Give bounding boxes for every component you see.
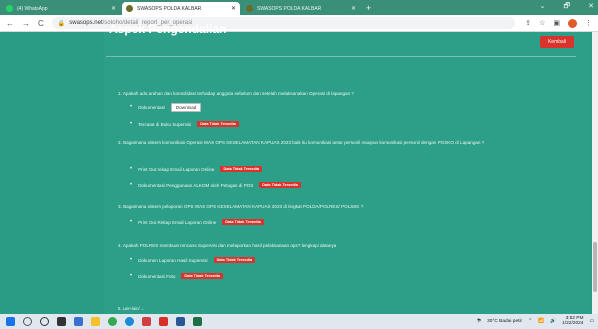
list-item: • Dokumen Laporan Hasil Supervisi Data T… xyxy=(130,256,256,264)
list-item: • Dokumentasi Foto Data Tidak Tersedia xyxy=(130,272,223,280)
profile-avatar[interactable] xyxy=(568,18,577,28)
sidebar-icon[interactable]: ▣ xyxy=(553,19,560,27)
page-title: Aspek Pengendalian xyxy=(109,22,227,36)
status-badge: Data Tidak Tersedia xyxy=(259,182,301,188)
police-icon xyxy=(126,5,133,12)
item-label: Dokumentasi Foto xyxy=(138,273,176,279)
status-badge: Data Tidak Tersedia xyxy=(222,219,264,225)
new-tab-button[interactable]: + xyxy=(366,2,371,15)
tab-label: SWASOPS POLDA KALBAR xyxy=(137,5,202,12)
toolbar-icons: ⇪ ☆ ▣ ⋮ xyxy=(525,18,592,28)
divider xyxy=(106,56,576,57)
clock[interactable]: 3:52 PM 1/22/2024 xyxy=(562,316,583,326)
weather-text[interactable]: 30°C Badai petir xyxy=(487,319,522,324)
back-button[interactable]: ← xyxy=(6,19,14,28)
lock-icon[interactable]: 🔒 xyxy=(58,20,65,27)
close-tab-icon[interactable]: ✕ xyxy=(351,5,356,12)
bullet-icon: • xyxy=(130,121,133,127)
pdf-icon[interactable] xyxy=(159,317,168,326)
widgets-icon[interactable] xyxy=(74,317,83,326)
bullet-icon: • xyxy=(130,182,133,188)
circle-icon[interactable] xyxy=(40,317,49,326)
bullet-icon: • xyxy=(130,104,133,110)
wifi-icon[interactable]: 📶 xyxy=(538,319,544,324)
chrome-icon[interactable] xyxy=(108,317,117,326)
question-3: 3. Bagaimana sistem pelaporan OPS WAS OP… xyxy=(118,204,364,209)
tab-strip: (4) WhatsApp ✕ SWASOPS POLDA KALBAR ✕ SW… xyxy=(0,0,598,15)
bullet-icon: • xyxy=(130,273,133,279)
item-label: Dokumen Laporan Hasil Supervisi xyxy=(138,257,208,263)
restore-button[interactable]: 🗗 xyxy=(564,2,571,13)
list-item: • Dokumentasi Download xyxy=(130,102,202,112)
item-label: Print Out Rekap Email Laporan Online xyxy=(138,219,217,225)
status-badge: Data Tidak Tersedia xyxy=(220,166,262,172)
reload-button[interactable]: C xyxy=(38,19,44,28)
tab-label: (4) WhatsApp xyxy=(17,5,48,12)
share-icon[interactable]: ⇪ xyxy=(525,19,531,27)
tab-swasops[interactable]: SWASOPS POLDA KALBAR ✕ xyxy=(242,2,360,15)
window-controls: ⌄ 🗗 ✕ xyxy=(540,2,594,13)
windows-taskbar: ⛈ 30°C Badai petir ⌃ 📶 🔊 3:52 PM 1/22/20… xyxy=(0,314,598,329)
search-icon[interactable] xyxy=(23,317,32,326)
item-label: Print Out rekap Email Laporan Online xyxy=(138,166,215,172)
tab-whatsapp[interactable]: (4) WhatsApp ✕ xyxy=(2,2,120,15)
menu-icon[interactable]: ⋮ xyxy=(585,19,592,27)
status-badge: Data Tidak Tersedia xyxy=(197,121,239,127)
tray-chevron-icon[interactable]: ⌃ xyxy=(528,319,532,324)
tab-label: SWASOPS POLDA KALBAR xyxy=(257,5,322,12)
url-host: swasops.net xyxy=(69,20,103,26)
bullet-icon: • xyxy=(130,219,133,225)
item-label: Tercatat di Buku Supervisi xyxy=(138,121,192,127)
page-scrollbar[interactable] xyxy=(592,32,598,314)
question-1: 1. Apakah ada arahan dan konsolidasi ter… xyxy=(118,91,354,96)
whatsapp-icon xyxy=(6,5,13,12)
bullet-icon: • xyxy=(130,166,133,172)
browser-toolbar: ← → C 🔒 swasops.net /sotoho/detail_repor… xyxy=(0,15,598,32)
windows-start-icon[interactable] xyxy=(6,317,15,326)
list-item: • Print Out rekap Email Laporan Online D… xyxy=(130,165,262,173)
word-icon[interactable] xyxy=(176,317,185,326)
bullet-icon: • xyxy=(130,257,133,263)
back-button-kembali[interactable]: Kembali xyxy=(540,36,574,48)
status-badge: Data Tidak Tersedia xyxy=(213,257,256,263)
close-window-button[interactable]: ✕ xyxy=(588,2,594,13)
item-label: Dokumentasi xyxy=(138,104,165,110)
status-badge: Data Tidak Tersedia xyxy=(181,273,223,279)
scrollbar-thumb[interactable] xyxy=(593,242,597,292)
question-4: 4. Apakah POLRES membuat rencana Supervi… xyxy=(118,243,337,248)
download-button[interactable]: Download xyxy=(170,102,202,112)
police-icon xyxy=(246,5,253,12)
task-view-icon[interactable] xyxy=(57,317,66,326)
list-item: • Tercatat di Buku Supervisi Data Tidak … xyxy=(130,120,239,128)
list-item: • Dokumentasi Penggunaan ALKOM oleh Petu… xyxy=(130,181,301,189)
bookmark-star-icon[interactable]: ☆ xyxy=(539,19,545,27)
item-label: Dokumentasi Penggunaan ALKOM oleh Petuga… xyxy=(138,182,254,188)
notification-icon[interactable]: ▭ xyxy=(589,319,594,324)
system-tray: ⛈ 30°C Badai petir ⌃ 📶 🔊 3:52 PM 1/22/20… xyxy=(477,316,594,326)
list-item: • Print Out Rekap Email Laporan Online D… xyxy=(130,218,264,226)
weather-icon[interactable]: ⛈ xyxy=(477,318,481,324)
date-text: 1/22/2024 xyxy=(562,321,584,326)
forward-button[interactable]: → xyxy=(22,19,30,28)
excel-icon[interactable] xyxy=(193,317,202,326)
app-icon[interactable] xyxy=(142,317,151,326)
edge-icon[interactable] xyxy=(125,317,134,326)
minimize-button[interactable]: ⌄ xyxy=(540,2,546,13)
volume-icon[interactable]: 🔊 xyxy=(550,319,556,324)
close-tab-icon[interactable]: ✕ xyxy=(231,5,236,12)
question-5-partial: 5. Lain-lain/ ... xyxy=(118,306,145,311)
page-content xyxy=(0,32,598,314)
file-explorer-icon[interactable] xyxy=(91,317,100,326)
question-2: 2. Bagaimana sistem komunikasi Operasi W… xyxy=(118,140,485,145)
close-tab-icon[interactable]: ✕ xyxy=(111,5,116,12)
tab-swasops-active[interactable]: SWASOPS POLDA KALBAR ✕ xyxy=(122,2,240,15)
